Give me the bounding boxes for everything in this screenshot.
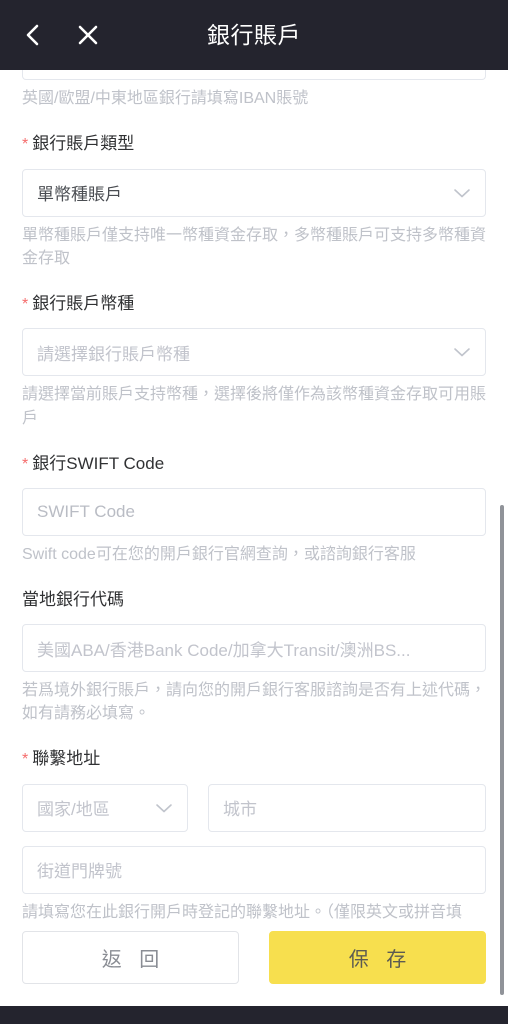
hint-account-type: 單幣種賬戶僅支持唯一幣種資金存取，多幣種賬戶可支持多幣種資金存取 <box>22 226 487 267</box>
iban-hint: 英國/歐盟/中東地區銀行請填寫IBAN賬號 <box>22 90 309 107</box>
country-field-wrap: 國家/地區 <box>22 783 188 832</box>
chevron-left-icon <box>23 21 43 49</box>
city-field-wrap: 城市 <box>208 783 486 832</box>
chevron-down-icon <box>453 346 471 358</box>
city-input[interactable]: 城市 <box>208 783 486 832</box>
field-account-type: * 銀行賬戶類型 單幣種賬戶 單幣種賬戶僅支持唯一幣種資金存取，多幣種賬戶可支持多… <box>22 132 486 270</box>
local-bank-code-placeholder: 美國ABA/香港Bank Code/加拿大Transit/澳洲BS... <box>37 640 411 660</box>
close-button[interactable] <box>65 0 111 70</box>
country-region-placeholder: 國家/地區 <box>37 800 110 820</box>
hint-local-bank-code: 若爲境外銀行賬戶，請向您的開戶銀行客服諮詢是否有上述代碼，如有請務必填寫。 <box>22 682 487 723</box>
bank-account-screen: 銀行賬戶 英國/歐盟/中東地區銀行請填寫IBAN賬號 * 銀行賬戶類型 單幣種賬戶… <box>0 0 508 1024</box>
label-contact-address: * 聯繫地址 <box>22 749 101 769</box>
field-contact-address: * 聯繫地址 國家/地區 城市 街道門牌號 請填寫您在此銀行開戶時登記的聯繫地址… <box>22 747 486 919</box>
account-type-select[interactable]: 單幣種賬戶 <box>22 168 486 217</box>
country-region-select[interactable]: 國家/地區 <box>22 783 188 832</box>
hint-swift-code: Swift code可在您的開戶銀行官網查詢，或諮詢銀行客服 <box>22 546 416 564</box>
field-account-currency: * 銀行賬戶幣種 請選擇銀行賬戶幣種 請選擇當前賬戶支持幣種，選擇後將僅作為該幣種… <box>22 292 486 430</box>
account-currency-select[interactable]: 請選擇銀行賬戶幣種 <box>22 328 486 377</box>
chevron-down-icon <box>155 802 173 814</box>
label-account-currency: * 銀行賬戶幣種 <box>22 293 135 313</box>
label-local-bank-code: 當地銀行代碼 <box>22 590 124 610</box>
required-asterisk: * <box>22 295 29 313</box>
account-type-value: 單幣種賬戶 <box>37 185 122 205</box>
back-button[interactable] <box>10 0 56 70</box>
local-bank-code-input[interactable]: 美國ABA/香港Bank Code/加拿大Transit/澳洲BS... <box>22 624 486 673</box>
back-button-footer[interactable]: 返 回 <box>22 931 239 984</box>
city-placeholder: 城市 <box>223 800 257 820</box>
address-row: 國家/地區 城市 <box>22 783 486 832</box>
bank-account-number-input[interactable] <box>22 70 486 80</box>
required-asterisk: * <box>22 136 29 154</box>
label-account-type: * 銀行賬戶類型 <box>22 134 135 154</box>
field-swift-code: * 銀行SWIFT Code SWIFT Code Swift code可在您的開… <box>22 452 486 567</box>
swift-code-placeholder: SWIFT Code <box>37 502 135 522</box>
account-currency-placeholder: 請選擇銀行賬戶幣種 <box>37 344 190 364</box>
app-header: 銀行賬戶 <box>0 0 508 70</box>
hint-account-currency: 請選擇當前賬戶支持幣種，選擇後將僅作為該幣種資金存取可用賬戶 <box>22 386 487 427</box>
field-local-bank-code: 當地銀行代碼 美國ABA/香港Bank Code/加拿大Transit/澳洲BS… <box>22 588 486 725</box>
hint-contact-address: 請填寫您在此銀行開戶時登記的聯繫地址。（僅限英文或拼音填寫） <box>22 903 463 919</box>
required-asterisk: * <box>22 455 29 473</box>
label-swift-code: * 銀行SWIFT Code <box>22 453 165 473</box>
close-icon <box>77 24 99 46</box>
system-navigation-bar <box>0 1006 508 1024</box>
chevron-down-icon <box>453 187 471 199</box>
swift-code-input[interactable]: SWIFT Code <box>22 488 486 537</box>
street-address-input[interactable]: 街道門牌號 <box>22 845 486 894</box>
required-asterisk: * <box>22 751 29 769</box>
form-scroll-area[interactable]: 英國/歐盟/中東地區銀行請填寫IBAN賬號 * 銀行賬戶類型 單幣種賬戶 單幣種賬… <box>0 70 508 919</box>
save-button[interactable]: 保 存 <box>269 931 486 984</box>
street-address-placeholder: 街道門牌號 <box>37 862 122 882</box>
